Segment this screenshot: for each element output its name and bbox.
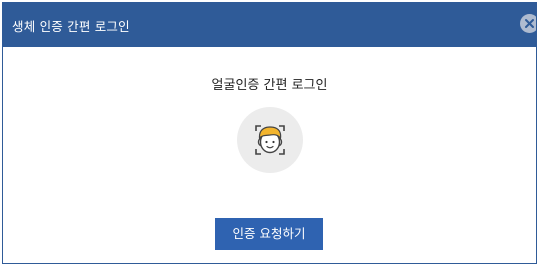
face-login-heading: 얼굴인증 간편 로그인 bbox=[211, 78, 328, 93]
request-auth-button[interactable]: 인증 요청하기 bbox=[215, 218, 323, 250]
close-button[interactable] bbox=[520, 14, 536, 33]
title-bar: 생체 인증 간편 로그인 bbox=[3, 3, 536, 47]
biometric-login-dialog: 생체 인증 간편 로그인 얼굴인증 간편 로그인 인증 요청하기 bbox=[2, 2, 537, 264]
face-scan-icon bbox=[255, 125, 285, 155]
face-scan-illustration bbox=[237, 107, 303, 173]
close-icon bbox=[525, 19, 534, 28]
dialog-title: 생체 인증 간편 로그인 bbox=[12, 19, 130, 34]
